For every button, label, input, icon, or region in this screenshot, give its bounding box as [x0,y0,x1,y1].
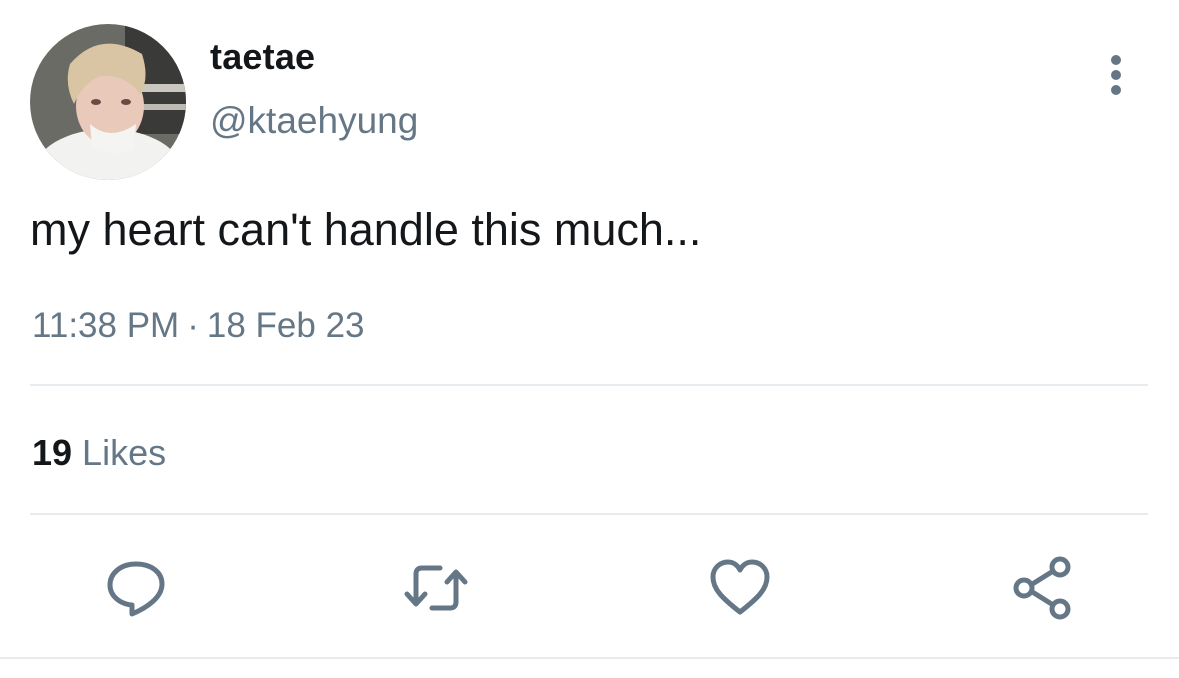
tweet-text: my heart can't handle this much... [30,204,702,255]
bottom-divider [0,657,1179,659]
divider [30,513,1148,515]
avatar[interactable] [30,24,186,180]
tweet-date: 18 Feb 23 [206,306,365,345]
tweet-time: 11:38 PM [32,306,180,345]
timestamp-separator: · [187,306,199,345]
heart-icon [710,559,770,615]
user-handle[interactable]: @ktaehyung [210,100,418,142]
display-name[interactable]: taetae [210,36,315,78]
reply-button[interactable] [104,556,168,620]
avatar-image [30,24,186,180]
more-options-icon[interactable] [1096,52,1136,100]
likes-stat[interactable]: 19 Likes [32,432,166,474]
likes-count: 19 [32,432,73,473]
reply-icon [107,561,165,617]
retweet-icon [404,565,468,611]
like-button[interactable] [708,556,772,620]
share-icon [1013,556,1071,620]
divider [30,384,1148,386]
timestamp: 11:38 PM · 18 Feb 23 [32,306,365,346]
retweet-button[interactable] [404,556,468,620]
tweet-detail: taetae @ktaehyung my heart can't handle … [0,0,1179,678]
likes-label: Likes [82,432,167,473]
share-button[interactable] [1010,556,1074,620]
